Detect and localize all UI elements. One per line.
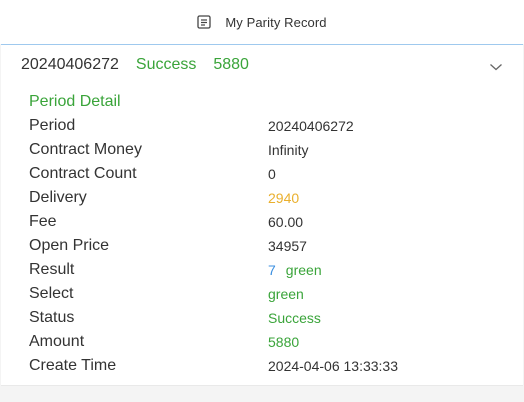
detail-row-result: Result 7 green xyxy=(29,258,499,282)
value-open-price: 34957 xyxy=(268,238,307,254)
result-color: green xyxy=(285,262,322,278)
detail-title: Period Detail xyxy=(29,93,121,110)
label-contract-count: Contract Count xyxy=(29,165,137,182)
summary-amount: 5880 xyxy=(213,56,249,73)
value-select: green xyxy=(268,286,304,302)
value-fee: 60.00 xyxy=(268,214,304,230)
value-delivery: 2940 xyxy=(268,190,300,206)
value-amount: 5880 xyxy=(268,334,300,350)
value-status: Success xyxy=(268,310,321,326)
label-open-price: Open Price xyxy=(29,237,110,254)
page: My Parity Record 20240406272 Success 588… xyxy=(0,0,524,402)
detail-row-create-time: Create Time 2024-04-06 13:33:33 xyxy=(29,354,499,378)
chevron-down-icon[interactable] xyxy=(489,59,503,71)
detail-row-open-price: Open Price 34957 xyxy=(29,234,499,258)
label-fee: Fee xyxy=(29,213,57,230)
result-number: 7 xyxy=(268,262,276,278)
value-period: 20240406272 xyxy=(268,118,354,134)
label-create-time: Create Time xyxy=(29,357,117,374)
detail-row-contract-count: Contract Count 0 xyxy=(29,162,499,186)
detail-row-fee: Fee 60.00 xyxy=(29,210,499,234)
label-contract-money: Contract Money xyxy=(29,141,142,158)
record-card: 20240406272 Success 5880 Period Detail P… xyxy=(1,44,523,386)
detail-row-contract-money: Contract Money Infinity xyxy=(29,138,499,162)
summary-status: Success xyxy=(135,56,197,73)
label-delivery: Delivery xyxy=(29,189,87,206)
label-status: Status xyxy=(29,309,75,326)
detail-list: Period 20240406272 Contract Money Infini… xyxy=(29,114,499,378)
summary-period: 20240406272 xyxy=(21,56,119,73)
page-header: My Parity Record xyxy=(0,0,524,44)
detail-row-status: Status Success xyxy=(29,306,499,330)
label-result: Result xyxy=(29,261,75,278)
label-amount: Amount xyxy=(29,333,85,350)
detail-row-select: Select green xyxy=(29,282,499,306)
value-create-time: 2024-04-06 13:33:33 xyxy=(268,358,398,374)
value-result: 7 green xyxy=(268,262,322,278)
value-contract-money: Infinity xyxy=(268,142,309,158)
value-contract-count: 0 xyxy=(268,166,276,182)
detail-row-delivery: Delivery 2940 xyxy=(29,186,499,210)
label-period: Period xyxy=(29,117,76,134)
page-title: My Parity Record xyxy=(225,14,327,30)
detail-row-amount: Amount 5880 xyxy=(29,330,499,354)
record-summary-row[interactable]: 20240406272 Success 5880 xyxy=(1,45,523,85)
record-icon xyxy=(197,15,211,29)
detail-row-period: Period 20240406272 xyxy=(29,114,499,138)
label-select: Select xyxy=(29,285,74,302)
